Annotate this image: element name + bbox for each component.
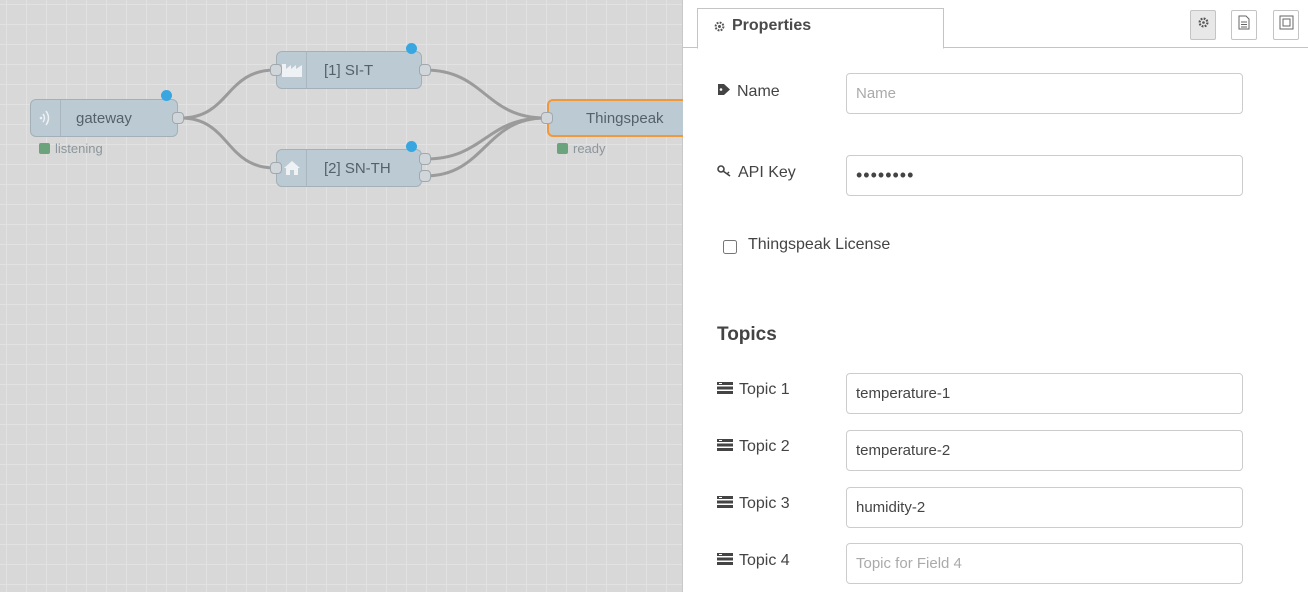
- topics-heading: Topics: [717, 324, 777, 345]
- wire-si-t-thingspeak[interactable]: [424, 68, 546, 120]
- status-square-icon: [557, 143, 568, 154]
- tab-properties[interactable]: Properties: [697, 8, 944, 49]
- api-key-label: API Key: [717, 164, 796, 182]
- wire-sn-th-2-thingspeak[interactable]: [424, 116, 546, 178]
- topic-1-field[interactable]: [846, 373, 1243, 414]
- topic-label-text: Topic 4: [739, 552, 790, 569]
- name-label: Name: [717, 83, 780, 101]
- topic-3-field[interactable]: [846, 487, 1243, 528]
- status-text: ready: [573, 141, 606, 156]
- output-port-1[interactable]: [419, 153, 431, 165]
- output-port[interactable]: [172, 112, 184, 124]
- node-status-thingspeak: ready: [557, 141, 606, 156]
- wire-gateway-si-t[interactable]: [180, 68, 276, 120]
- node-si-t[interactable]: [1] SI-T: [276, 51, 422, 89]
- list-icon: [717, 552, 733, 570]
- topic-label-text: Topic 1: [739, 381, 790, 398]
- name-field[interactable]: [846, 73, 1243, 114]
- layout-icon: [1279, 15, 1294, 35]
- topic-label-text: Topic 2: [739, 438, 790, 455]
- topic-2-label: Topic 2: [717, 438, 790, 456]
- wire-gateway-sn-th[interactable]: [180, 116, 276, 170]
- properties-panel: Properties Name Name API Key •••••••• Th…: [683, 0, 1308, 592]
- input-port[interactable]: [541, 112, 553, 124]
- topic-label-text: Topic 3: [739, 495, 790, 512]
- license-label: Thingspeak License: [748, 236, 891, 253]
- tab-label: Properties: [732, 17, 812, 34]
- node-gateway[interactable]: gateway: [30, 99, 178, 137]
- list-icon: [717, 381, 733, 399]
- input-port[interactable]: [270, 64, 282, 76]
- topic-4-label: Topic 4: [717, 552, 790, 570]
- document-icon: [1238, 15, 1250, 35]
- wire-sn-th-1-thingspeak[interactable]: [424, 116, 546, 161]
- list-icon: [717, 495, 733, 513]
- appearance-button[interactable]: [1273, 10, 1299, 40]
- topic-2-field[interactable]: [846, 430, 1243, 471]
- status-square-icon: [39, 143, 50, 154]
- tag-icon: [717, 83, 731, 101]
- api-key-label-text: API Key: [738, 164, 796, 181]
- node-status-gateway: listening: [39, 141, 103, 156]
- gear-icon: [713, 17, 726, 38]
- description-button[interactable]: [1231, 10, 1257, 40]
- name-label-text: Name: [737, 83, 780, 100]
- input-port[interactable]: [270, 162, 282, 174]
- gear-icon: [1197, 16, 1210, 34]
- wifi-icon: [31, 100, 61, 136]
- output-port-2[interactable]: [419, 170, 431, 182]
- key-icon: [717, 164, 732, 182]
- license-row: Thingspeak License: [723, 236, 890, 254]
- api-key-field[interactable]: [846, 155, 1243, 196]
- topic-3-label: Topic 3: [717, 495, 790, 513]
- list-icon: [717, 438, 733, 456]
- output-port[interactable]: [419, 64, 431, 76]
- node-label: [1] SI-T: [324, 61, 374, 79]
- flow-canvas[interactable]: gateway listening [1] SI-T [2] SN-TH Thi…: [0, 0, 707, 592]
- changed-indicator: [406, 43, 417, 54]
- settings-button[interactable]: [1190, 10, 1216, 40]
- node-label: [2] SN-TH: [324, 159, 391, 177]
- node-label: gateway: [76, 109, 132, 127]
- node-label: Thingspeak: [586, 109, 664, 127]
- editor-window: gateway listening [1] SI-T [2] SN-TH Thi…: [0, 0, 1308, 592]
- license-checkbox[interactable]: [723, 240, 737, 254]
- topic-1-label: Topic 1: [717, 381, 790, 399]
- topic-4-field[interactable]: [846, 543, 1243, 584]
- changed-indicator: [406, 141, 417, 152]
- changed-indicator: [161, 90, 172, 101]
- node-sn-th[interactable]: [2] SN-TH: [276, 149, 422, 187]
- status-text: listening: [55, 141, 103, 156]
